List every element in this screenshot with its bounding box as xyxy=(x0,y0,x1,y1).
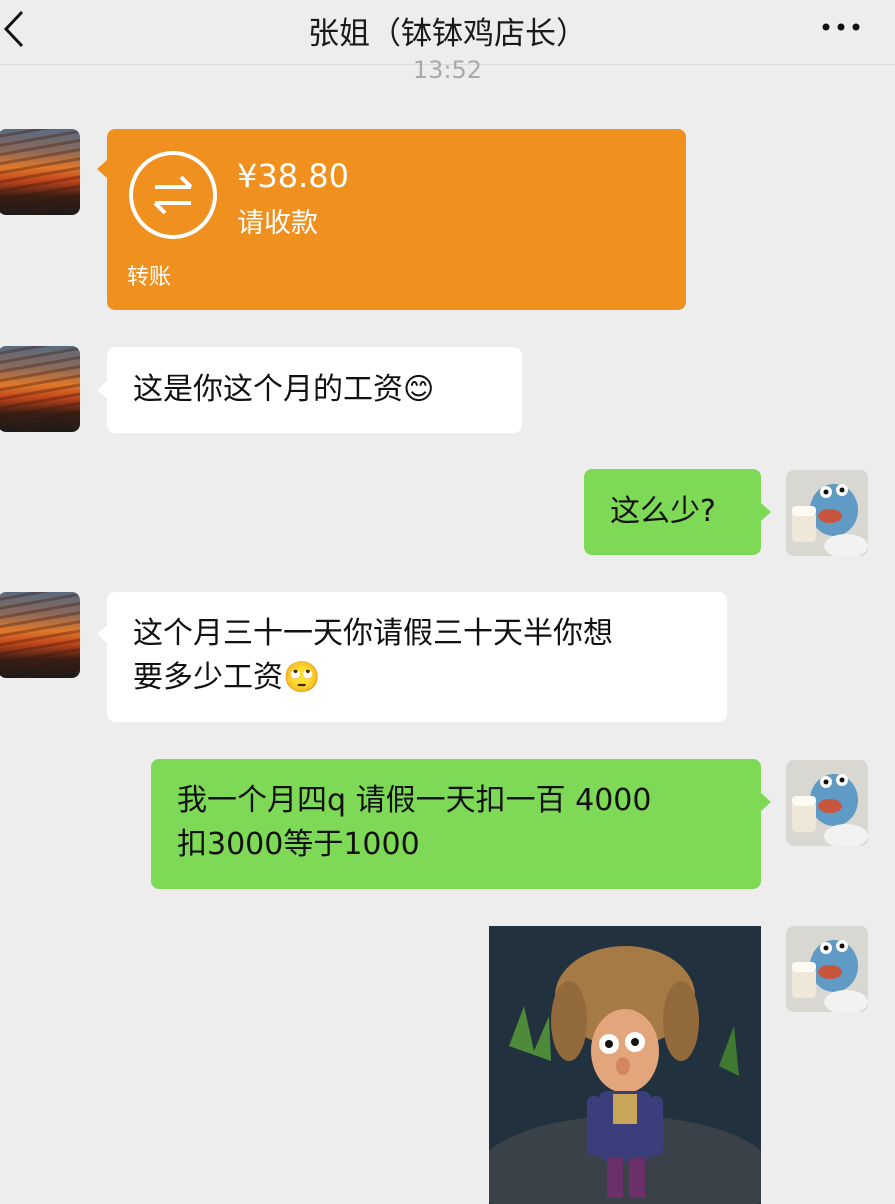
transfer-icon xyxy=(129,151,217,239)
monster-avatar-icon xyxy=(786,760,868,846)
cartoon-character-icon xyxy=(489,926,761,1204)
chat-title: 张姐（钵钵鸡店长） xyxy=(308,16,587,52)
my-avatar[interactable] xyxy=(786,470,868,556)
transfer-card[interactable]: ¥38.80 请收款 转账 xyxy=(107,129,686,310)
bubble-tail xyxy=(97,160,107,178)
message-bubble[interactable]: 这是你这个月的工资😊 xyxy=(107,347,522,433)
message-text-line: 要多少工资 xyxy=(133,660,283,695)
my-avatar[interactable] xyxy=(786,760,868,846)
transfer-status: 请收款 xyxy=(237,208,318,239)
message-text-line: 这个月三十一天你请假三十天半你想 xyxy=(133,616,613,651)
transfer-label: 转账 xyxy=(127,265,172,290)
smile-emoji-icon: 😊 xyxy=(403,372,435,407)
message-text-line: 我一个月四q 请假一天扣一百 4000 xyxy=(177,783,652,818)
message-text: 这是你这个月的工资 xyxy=(133,372,403,407)
contact-avatar[interactable] xyxy=(0,129,80,215)
bubble-tail xyxy=(761,503,771,521)
bubble-tail xyxy=(761,793,771,811)
more-dots-icon[interactable] xyxy=(821,20,861,34)
cartoon-character-sticker[interactable] xyxy=(489,926,761,1204)
contact-avatar[interactable] xyxy=(0,346,80,432)
message-bubble[interactable]: 这个月三十一天你请假三十天半你想 要多少工资🙄 xyxy=(107,592,727,722)
my-avatar[interactable] xyxy=(786,926,868,1012)
contact-avatar[interactable] xyxy=(0,592,80,678)
message-text-line: 扣3000等于1000 xyxy=(177,827,420,862)
message-bubble[interactable]: 这么少? xyxy=(584,469,761,555)
message-bubble[interactable]: 我一个月四q 请假一天扣一百 4000 扣3000等于1000 xyxy=(151,759,761,889)
monster-avatar-icon xyxy=(786,470,868,556)
transfer-amount: ¥38.80 xyxy=(237,157,349,195)
message-text: 这么少? xyxy=(610,494,716,529)
bubble-tail xyxy=(97,625,107,643)
eyeroll-emoji-icon: 🙄 xyxy=(283,660,321,695)
monster-avatar-icon xyxy=(786,926,868,1012)
message-timestamp: 13:52 xyxy=(412,56,483,84)
bubble-tail xyxy=(97,381,107,399)
